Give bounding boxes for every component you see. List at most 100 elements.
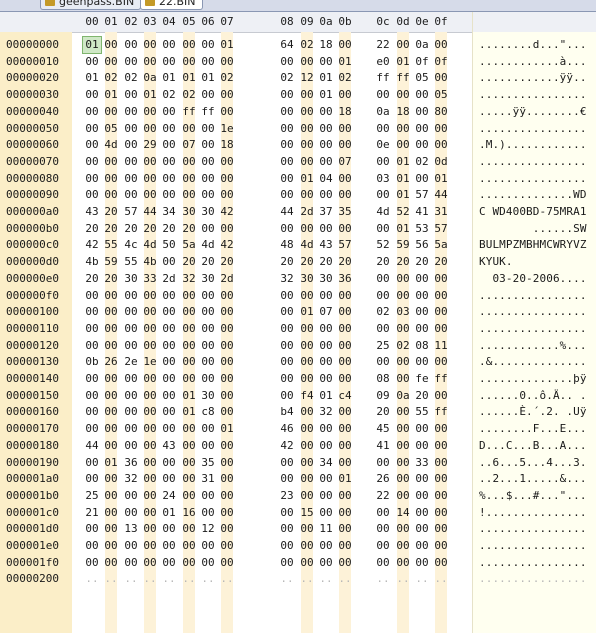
hex-byte[interactable]: 01 [317, 388, 335, 404]
ascii-row[interactable]: KYUK. [479, 254, 587, 270]
hex-byte[interactable]: 01 [298, 171, 316, 187]
hex-byte[interactable]: 00 [141, 121, 159, 137]
hex-byte[interactable]: 05 [102, 121, 120, 137]
hex-byte[interactable]: 00 [336, 438, 354, 454]
hex-byte[interactable]: 00 [160, 171, 178, 187]
hex-byte[interactable]: 02 [122, 70, 140, 86]
hex-byte[interactable]: 00 [83, 321, 101, 337]
hex-byte[interactable]: 00 [141, 471, 159, 487]
hex-byte[interactable]: 00 [432, 388, 450, 404]
ascii-row[interactable]: ................ [479, 288, 587, 304]
hex-byte[interactable]: 2d [298, 204, 316, 220]
hex-byte[interactable]: 00 [413, 121, 431, 137]
ascii-row[interactable]: ................ [479, 321, 587, 337]
hex-byte[interactable]: 00 [317, 104, 335, 120]
hex-byte[interactable]: 00 [298, 154, 316, 170]
hex-byte[interactable]: 20 [374, 254, 392, 270]
hex-byte[interactable]: 25 [374, 338, 392, 354]
hex-byte[interactable]: 01 [394, 187, 412, 203]
hex-byte[interactable]: 35 [336, 204, 354, 220]
hex-byte[interactable]: 03 [374, 171, 392, 187]
hex-byte[interactable]: 00 [102, 338, 120, 354]
hex-byte[interactable]: 20 [83, 271, 101, 287]
hex-byte[interactable]: 01 [317, 70, 335, 86]
hex-byte[interactable]: 34 [160, 204, 178, 220]
hex-byte[interactable]: 00 [180, 54, 198, 70]
hex-byte[interactable]: 00 [413, 288, 431, 304]
hex-byte[interactable]: 00 [160, 421, 178, 437]
hex-byte[interactable]: 00 [180, 455, 198, 471]
hex-byte[interactable]: 64 [278, 37, 296, 53]
hex-byte[interactable]: 00 [141, 54, 159, 70]
ascii-row[interactable]: ................ [479, 538, 587, 554]
ascii-row[interactable]: ................ [479, 304, 587, 320]
hex-byte[interactable]: 2d [160, 271, 178, 287]
hex-byte[interactable]: 00 [394, 471, 412, 487]
ascii-row[interactable]: .M.)............ [479, 137, 587, 153]
hex-byte[interactable]: 00 [317, 187, 335, 203]
hex-byte[interactable]: 00 [199, 304, 217, 320]
hex-byte[interactable]: 00 [374, 221, 392, 237]
hex-byte[interactable]: 00 [141, 538, 159, 554]
hex-byte[interactable]: 08 [374, 371, 392, 387]
hex-byte[interactable]: 04 [317, 171, 335, 187]
hex-byte[interactable]: 00 [218, 288, 236, 304]
hex-byte[interactable]: c4 [336, 388, 354, 404]
hex-byte[interactable]: 00 [278, 338, 296, 354]
hex-byte[interactable]: 21 [83, 505, 101, 521]
hex-byte[interactable]: 01 [394, 171, 412, 187]
hex-byte[interactable]: 36 [122, 455, 140, 471]
hex-byte[interactable]: 00 [278, 171, 296, 187]
hex-byte[interactable]: 00 [374, 538, 392, 554]
hex-byte[interactable]: 01 [102, 455, 120, 471]
ascii-row[interactable]: ..6...5...4...3. [479, 455, 587, 471]
hex-byte[interactable]: 00 [317, 288, 335, 304]
hex-byte[interactable]: 00 [141, 421, 159, 437]
hex-byte[interactable]: 0d [432, 154, 450, 170]
ascii-row[interactable]: ..............þÿ [479, 371, 587, 387]
hex-byte[interactable]: 00 [141, 338, 159, 354]
hex-byte[interactable]: 00 [278, 555, 296, 571]
hex-byte[interactable]: 00 [218, 187, 236, 203]
hex-byte[interactable]: 00 [298, 421, 316, 437]
hex-byte[interactable]: 00 [298, 471, 316, 487]
hex-byte[interactable]: 00 [102, 104, 120, 120]
hex-byte[interactable]: 00 [298, 288, 316, 304]
hex-byte[interactable]: 22 [374, 37, 392, 53]
hex-byte[interactable]: 00 [180, 171, 198, 187]
hex-byte[interactable]: 00 [278, 187, 296, 203]
hex-byte[interactable]: 4d [102, 137, 120, 153]
hex-byte[interactable]: 00 [218, 371, 236, 387]
hex-byte[interactable]: 00 [122, 338, 140, 354]
hex-byte[interactable]: 00 [413, 521, 431, 537]
hex-byte[interactable]: 00 [413, 488, 431, 504]
ascii-row[interactable]: ............ÿÿ.. [479, 70, 587, 86]
hex-byte[interactable]: 00 [122, 137, 140, 153]
hex-byte[interactable]: 01 [102, 87, 120, 103]
hex-byte[interactable]: 00 [83, 388, 101, 404]
hex-byte[interactable]: 4d [374, 204, 392, 220]
hex-byte[interactable]: 32 [278, 271, 296, 287]
hex-byte[interactable]: 07 [317, 304, 335, 320]
hex-byte[interactable]: 20 [102, 221, 120, 237]
hex-byte[interactable]: 00 [122, 404, 140, 420]
hex-byte[interactable]: 00 [432, 321, 450, 337]
hex-byte[interactable]: 02 [278, 70, 296, 86]
hex-byte[interactable]: 00 [83, 371, 101, 387]
hex-byte[interactable]: 00 [199, 288, 217, 304]
hex-byte[interactable]: 00 [218, 471, 236, 487]
hex-byte[interactable]: 43 [160, 438, 178, 454]
hex-byte[interactable]: 00 [218, 538, 236, 554]
hex-byte[interactable]: 00 [141, 187, 159, 203]
hex-byte[interactable]: 57 [122, 204, 140, 220]
hex-byte[interactable]: ff [180, 104, 198, 120]
hex-byte[interactable]: 00 [394, 271, 412, 287]
hex-byte[interactable]: 02 [413, 154, 431, 170]
hex-byte[interactable]: 07 [336, 154, 354, 170]
hex-byte[interactable]: 00 [298, 404, 316, 420]
hex-byte[interactable]: 00 [122, 505, 140, 521]
hex-byte[interactable]: 18 [336, 104, 354, 120]
hex-byte[interactable]: .. [336, 571, 354, 587]
hex-byte[interactable]: 00 [160, 137, 178, 153]
hex-byte[interactable]: 02 [102, 70, 120, 86]
